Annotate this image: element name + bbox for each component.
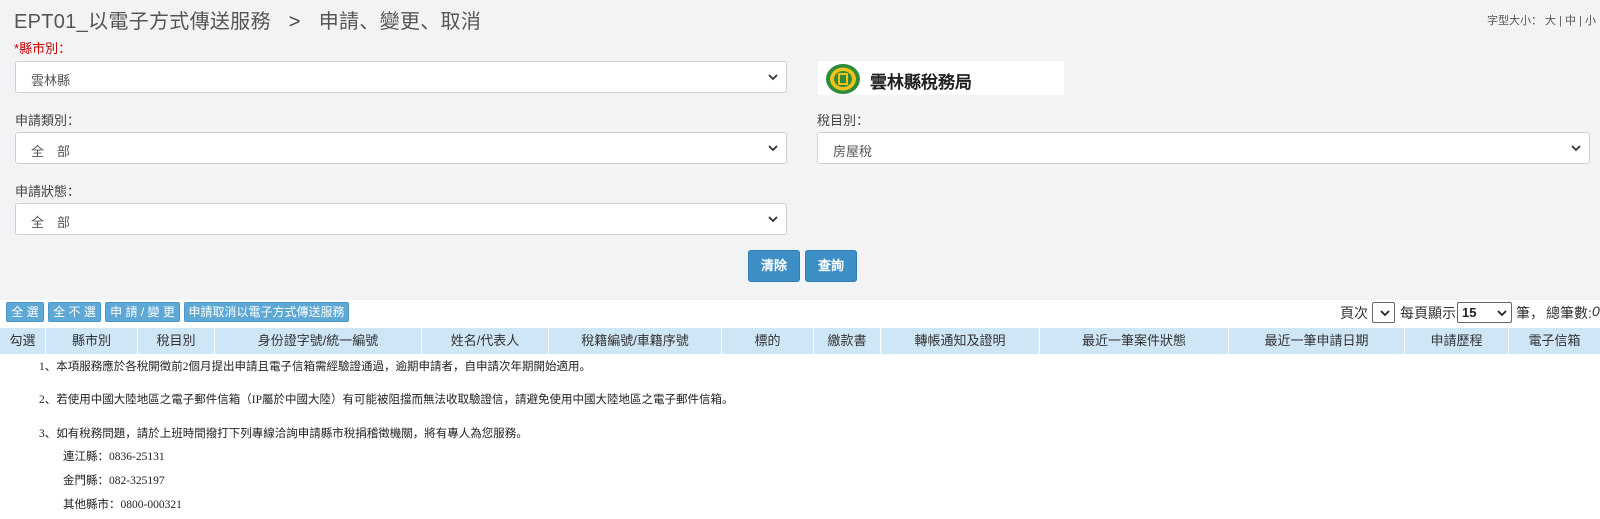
tax-item-label: 稅目別： — [817, 113, 870, 128]
tax-bureau-name: 雲林縣稅務局 — [870, 73, 972, 92]
hotline-lienchiang: 連江縣：0836-25131 — [63, 451, 165, 463]
page-code-title: EPT01_以電子方式傳送服務 — [14, 11, 271, 33]
font-small-link[interactable]: 小 — [1585, 15, 1596, 27]
chevron-down-icon — [768, 145, 778, 152]
column-header-id-number: 身份證字號/統一編號 — [215, 328, 422, 354]
county-label-text: 縣市別： — [19, 41, 72, 56]
apply-change-button[interactable]: 申 請 / 變 更 — [105, 302, 180, 322]
page-title: EPT01_以電子方式傳送服務 > 申請、變更、取消 — [14, 5, 481, 34]
apply-status-select[interactable]: 全 部 — [15, 203, 787, 235]
hotline-others: 其他縣市：0800-000321 — [63, 499, 182, 511]
clear-button[interactable]: 清除 — [748, 250, 800, 282]
column-header-county: 縣市別 — [46, 328, 138, 354]
top-bar: EPT01_以電子方式傳送服務 > 申請、變更、取消 字型大小： 大 | 中 | 小 — [0, 0, 1600, 38]
column-header-select: 勾選 — [0, 328, 46, 354]
per-page-value: 15 — [1462, 305, 1477, 320]
page-subtitle: 申請、變更、取消 — [318, 11, 482, 33]
chevron-down-icon — [1497, 310, 1507, 317]
apply-type-value: 全 部 — [31, 144, 71, 159]
apply-type-select[interactable]: 全 部 — [15, 132, 787, 164]
select-none-button[interactable]: 全 不 選 — [48, 302, 101, 322]
result-table-header: 勾選 縣市別 稅目別 身份證字號/統一編號 姓名/代表人 稅籍編號/車籍序號 標… — [0, 328, 1600, 354]
search-form: *縣市別： 雲林縣 雲林縣稅務局 申請類別： 全 部 稅目別： 房屋稅 申請狀態… — [0, 37, 1600, 300]
note-2: 2、若使用中國大陸地區之電子郵件信箱（IP屬於中國大陸）有可能被阻擋而無法收取驗… — [39, 394, 734, 406]
per-page-label: 每頁顯示 — [1400, 305, 1456, 321]
apply-status-value: 全 部 — [31, 215, 71, 230]
column-header-tax-reg-number: 稅籍編號/車籍序號 — [549, 328, 722, 354]
tax-item-select[interactable]: 房屋稅 — [817, 132, 1590, 164]
font-medium-link[interactable]: 中 — [1565, 15, 1576, 27]
total-count: 0 — [1592, 303, 1600, 319]
divider: | — [1579, 15, 1582, 27]
column-header-history: 申請歷程 — [1405, 328, 1509, 354]
chevron-down-icon — [768, 74, 778, 81]
column-header-subject: 標的 — [722, 328, 814, 354]
note-1: 1、本項服務應於各稅開徵前2個月提出申請且電子信箱需經驗證通過，逾期申請者，自申… — [39, 361, 591, 373]
tax-bureau-emblem-icon — [826, 64, 860, 94]
page-label: 頁次 — [1340, 305, 1368, 321]
chevron-down-icon — [768, 216, 778, 223]
per-page-unit: 筆， — [1516, 305, 1544, 321]
column-header-tax-item: 稅目別 — [138, 328, 215, 354]
column-header-latest-status: 最近一筆案件狀態 — [1040, 328, 1229, 354]
cancel-e-service-button[interactable]: 申請取消以電子方式傳送服務 — [184, 302, 349, 322]
font-size-label: 字型大小： — [1486, 15, 1542, 27]
county-select[interactable]: 雲林縣 — [15, 61, 787, 93]
column-header-name: 姓名/代表人 — [422, 328, 549, 354]
tax-item-value: 房屋稅 — [833, 144, 873, 159]
pager: 頁次 每頁顯示 15 筆， 總筆數: 0 — [1336, 301, 1600, 323]
breadcrumb-separator: > — [288, 11, 301, 33]
page-select[interactable] — [1372, 302, 1395, 323]
county-select-value: 雲林縣 — [31, 73, 71, 88]
apply-status-label: 申請狀態： — [15, 184, 81, 199]
divider: | — [1559, 15, 1562, 27]
hotline-kinmen: 金門縣：082-325197 — [63, 475, 165, 487]
note-3: 3、如有稅務問題，請於上班時間撥打下列專線洽詢申請縣市稅捐稽徵機關，將有專人為您… — [39, 428, 528, 440]
apply-type-label: 申請類別： — [15, 113, 81, 128]
font-size-switcher: 字型大小： 大 | 中 | 小 — [1487, 12, 1596, 28]
tax-bureau-logo: 雲林縣稅務局 — [818, 61, 1064, 95]
total-label: 總筆數: — [1546, 305, 1592, 321]
chevron-down-icon — [1380, 310, 1390, 317]
select-all-button[interactable]: 全 選 — [6, 302, 44, 322]
column-header-payment-slip: 繳款書 — [814, 328, 881, 354]
per-page-select[interactable]: 15 — [1457, 302, 1512, 323]
column-header-latest-date: 最近一筆申請日期 — [1229, 328, 1405, 354]
font-large-link[interactable]: 大 — [1545, 15, 1556, 27]
query-button[interactable]: 查詢 — [805, 250, 857, 282]
column-header-email: 電子信箱 — [1528, 333, 1581, 348]
chevron-down-icon — [1571, 145, 1581, 152]
column-header-transfer-notice: 轉帳通知及證明 — [881, 328, 1040, 354]
county-label: *縣市別： — [14, 38, 71, 57]
